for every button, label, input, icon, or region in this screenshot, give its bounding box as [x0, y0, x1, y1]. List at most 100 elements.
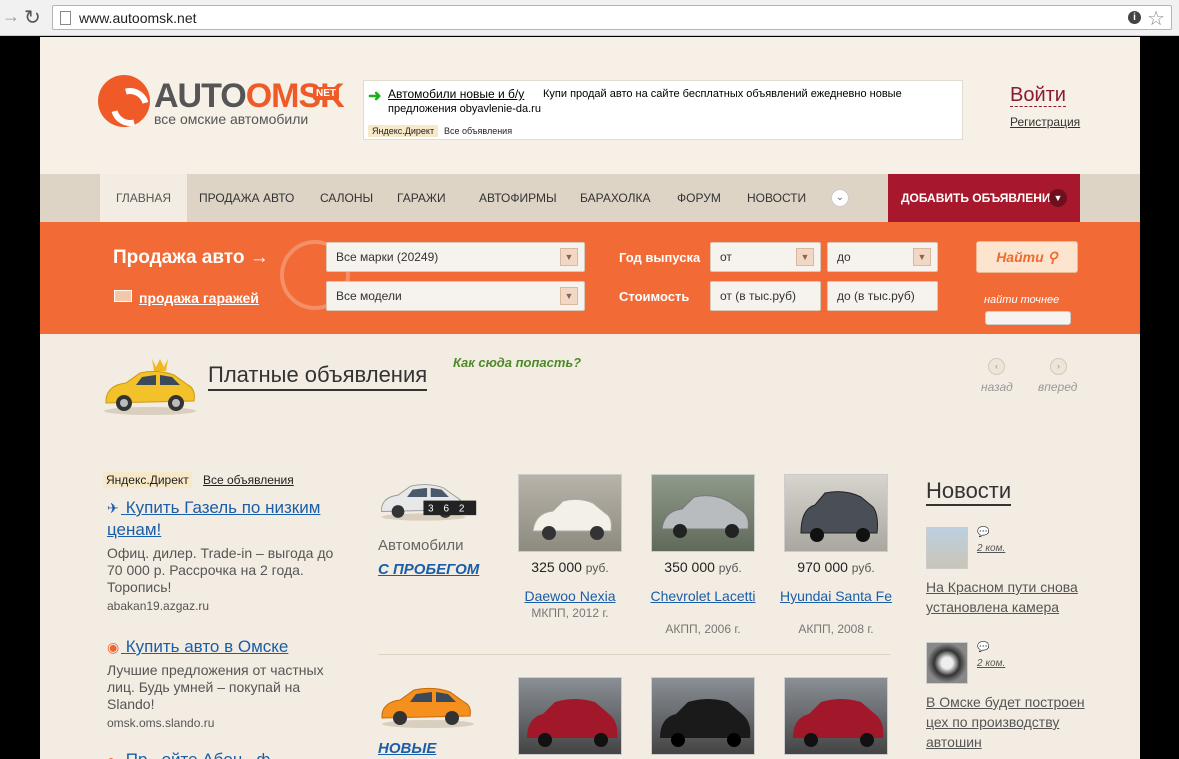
- car-price: 350 000 руб.: [664, 559, 742, 575]
- add-listing-button[interactable]: ДОБАВИТЬ ОБЪЯВЛЕНИЕ ▼: [888, 174, 1080, 222]
- chevron-down-icon: ▼: [560, 248, 578, 266]
- url-text[interactable]: www.autoomsk.net: [79, 10, 197, 26]
- logo-tagline: все омские автомобили: [154, 111, 309, 127]
- yandex-ad-domain: omsk.oms.slando.ru: [107, 716, 215, 730]
- brand-select[interactable]: Все марки (20249) ▼: [326, 242, 585, 272]
- find-exact-link[interactable]: найти точнее: [984, 294, 1059, 306]
- how-to-get-here-link[interactable]: Как сюда попасть?: [453, 355, 581, 370]
- new-car-icon: [381, 687, 474, 728]
- nav-item-news[interactable]: НОВОСТИ: [747, 174, 806, 222]
- browser-toolbar: → ↻ www.autoomsk.net i ☆: [0, 0, 1179, 36]
- register-link[interactable]: Регистрация: [1010, 115, 1080, 129]
- car-photo-hyundai[interactable]: [784, 474, 888, 552]
- nav-item-salons[interactable]: САЛОНЫ: [320, 174, 373, 222]
- nav-item-firms[interactable]: АВТОФИРМЫ: [479, 174, 557, 222]
- reload-icon[interactable]: ↻: [24, 5, 41, 30]
- used-cars-label: Автомобили: [378, 537, 464, 554]
- find-button[interactable]: Найти ⚲: [976, 241, 1078, 273]
- gazelle-logo-icon: ✈: [107, 500, 119, 516]
- news-comments[interactable]: 2 ком.: [977, 658, 1005, 669]
- new-car-photo[interactable]: [651, 677, 755, 755]
- slando-logo-icon: ◉: [107, 639, 120, 655]
- news-link[interactable]: На Красном пути снова установлена камера: [926, 577, 1096, 617]
- year-from-select[interactable]: от ▼: [710, 242, 821, 272]
- chevron-down-icon: ▼: [1049, 189, 1067, 207]
- ad-link[interactable]: Автомобили новые и б/у: [388, 87, 524, 101]
- comment-icon: 💬: [977, 642, 990, 653]
- site-logo[interactable]: AUTOOMSK NET все омские автомобили: [98, 73, 345, 133]
- used-cars-link[interactable]: С ПРОБЕГОМ: [378, 561, 479, 578]
- nav-item-market[interactable]: БАРАХОЛКА: [580, 174, 651, 222]
- car-price: 970 000 руб.: [797, 559, 875, 575]
- car-name-link[interactable]: Hyundai Santa Fe: [776, 588, 896, 604]
- top-yandex-ad: ➜ Купи продай авто на сайте бесплатных о…: [363, 80, 963, 140]
- next-arrow-icon[interactable]: ›: [1050, 358, 1067, 375]
- car-spec: МКПП, 2012 г.: [531, 606, 609, 620]
- next-label[interactable]: вперед: [1038, 380, 1077, 394]
- ad-logo-icon: ●: [107, 749, 121, 759]
- bookmark-star-icon[interactable]: ☆: [1147, 6, 1165, 31]
- yandex-ad-body: Офиц. дилер. Trade-in – выгода до 70 000…: [107, 545, 334, 595]
- login-link[interactable]: Войти: [1010, 84, 1066, 107]
- main-nav: ГЛАВНАЯ ПРОДАЖА АВТО САЛОНЫ ГАРАЖИ АВТОФ…: [40, 174, 1140, 222]
- window-edge: [1140, 37, 1179, 759]
- chevron-down-icon: ▼: [796, 248, 814, 266]
- news-link[interactable]: В Омске будет построен цех по производст…: [926, 692, 1096, 752]
- nav-item-sale[interactable]: ПРОДАЖА АВТО: [199, 174, 294, 222]
- address-bar[interactable]: www.autoomsk.net i ☆: [52, 5, 1172, 30]
- year-label: Год выпуска: [619, 250, 701, 265]
- forward-icon[interactable]: →: [2, 6, 20, 27]
- info-icon[interactable]: i: [1128, 11, 1141, 24]
- comment-icon: 💬: [977, 527, 990, 538]
- chevron-down-icon: ▼: [913, 248, 931, 266]
- search-title: Продажа авто →: [113, 247, 269, 268]
- site-header: AUTOOMSK NET все омские автомобили ➜ Куп…: [40, 37, 1140, 174]
- car-name-link[interactable]: Chevrolet Lacetti: [643, 588, 763, 604]
- car-spec: АКПП, 2008 г.: [798, 622, 874, 636]
- car-photo-daewoo[interactable]: [518, 474, 622, 552]
- paid-car-icon: [104, 359, 196, 415]
- nav-item-forum[interactable]: ФОРУМ: [677, 174, 721, 222]
- garage-sale-link[interactable]: продажа гаражей: [139, 290, 259, 306]
- prev-label[interactable]: назад: [981, 380, 1013, 394]
- price-to-input[interactable]: до (в тыс.руб): [827, 281, 938, 311]
- chevron-down-icon: ▼: [560, 287, 578, 305]
- nav-item-main[interactable]: ГЛАВНАЯ: [100, 174, 188, 222]
- car-photo-chevrolet[interactable]: [651, 474, 755, 552]
- search-icon: ⚲: [1047, 249, 1058, 265]
- news-thumb-tire[interactable]: [926, 642, 968, 684]
- logo-mark-icon: [98, 75, 150, 127]
- news-thumb-camera[interactable]: [926, 527, 968, 569]
- price-from-input[interactable]: от (в тыс.руб): [710, 281, 821, 311]
- model-select[interactable]: Все модели ▼: [326, 281, 585, 311]
- nav-item-garages[interactable]: ГАРАЖИ: [397, 174, 446, 222]
- paid-ads-title[interactable]: Платные объявления: [208, 361, 428, 391]
- yandex-ad-title[interactable]: ◉ Купить авто в Омске: [107, 636, 347, 658]
- garage-icon: [114, 290, 132, 302]
- car-price: 325 000 руб.: [531, 559, 609, 575]
- yandex-ad-title[interactable]: ● Пр...ойте Абон...ф: [107, 749, 347, 759]
- yandex-ad-body: Лучшие предложения от частных лиц. Будь …: [107, 662, 324, 712]
- news-comments[interactable]: 2 ком.: [977, 543, 1005, 554]
- yandex-ad-title[interactable]: ✈ Купить Газель по низким ценам!: [107, 497, 347, 541]
- yandex-direct-label[interactable]: Яндекс.Директ: [103, 472, 192, 488]
- new-car-photo[interactable]: [784, 677, 888, 755]
- page-icon: [60, 11, 71, 25]
- yandex-ad-2: ◉ Купить авто в Омске Лучшие предложения…: [107, 636, 347, 730]
- year-to-select[interactable]: до ▼: [827, 242, 938, 272]
- prev-arrow-icon[interactable]: ‹: [988, 358, 1005, 375]
- ad-source[interactable]: Яндекс.Директ: [368, 125, 439, 137]
- used-car-icon: 3 6 2: [381, 484, 477, 521]
- ad-all-link[interactable]: Все объявления: [444, 126, 512, 136]
- new-cars-link[interactable]: НОВЫЕ: [378, 740, 436, 757]
- yandex-all-ads-link[interactable]: Все объявления: [203, 473, 294, 487]
- expand-slider[interactable]: [985, 311, 1071, 325]
- new-car-photo[interactable]: [518, 677, 622, 755]
- yandex-ad-domain: abakan19.azgaz.ru: [107, 599, 210, 613]
- section-divider: [378, 654, 890, 655]
- news-title[interactable]: Новости: [926, 478, 1012, 506]
- more-chevron-icon[interactable]: ⌄: [831, 189, 849, 207]
- counter-digit: 2: [459, 504, 465, 515]
- car-name-link[interactable]: Daewoo Nexia: [510, 588, 630, 604]
- car-spec: АКПП, 2006 г.: [665, 622, 741, 636]
